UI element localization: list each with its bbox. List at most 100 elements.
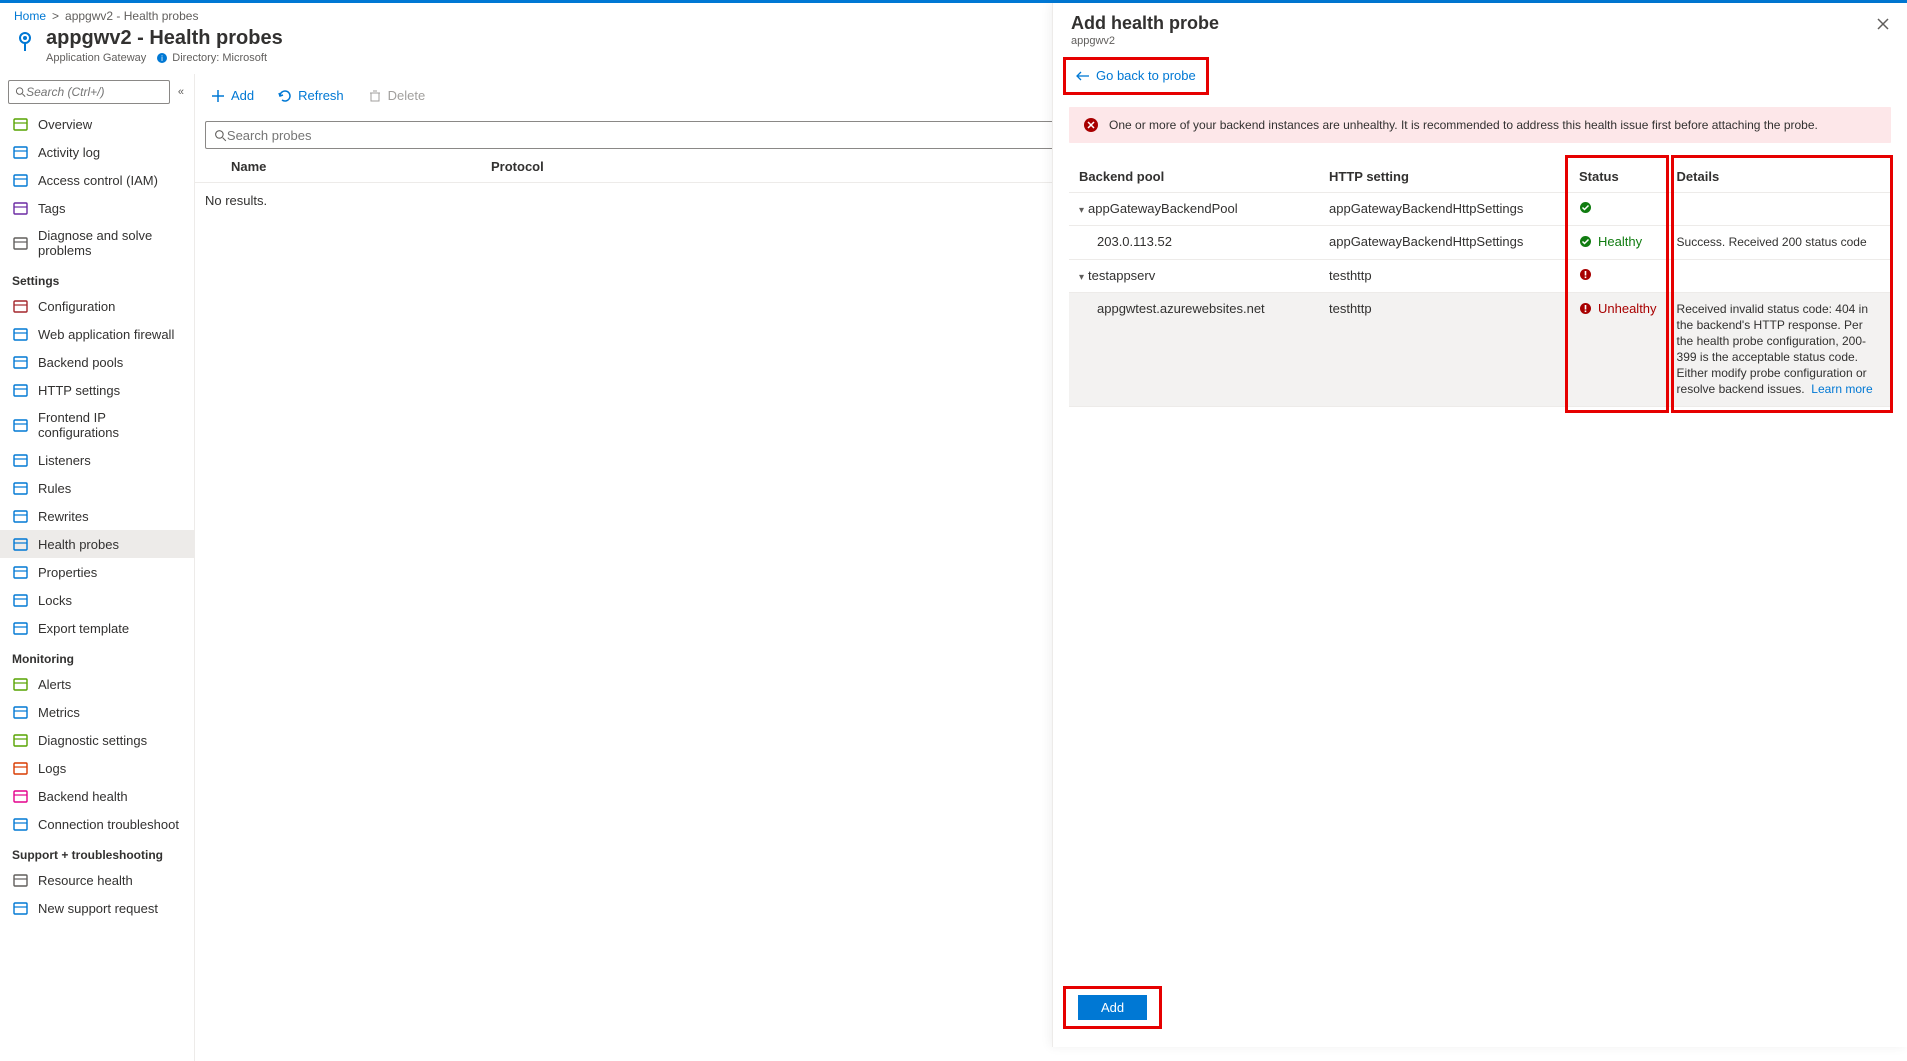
sidebar-item-overview[interactable]: Overview xyxy=(0,110,194,138)
chevron-down-icon: ▾ xyxy=(1079,205,1084,216)
cell-pool: ▾testappserv xyxy=(1069,259,1319,292)
cell-http: testhttp xyxy=(1319,259,1569,292)
sidebar-item-label: Locks xyxy=(38,593,72,608)
sidebar-search-input[interactable] xyxy=(26,85,163,99)
sidebar-item-label: Resource health xyxy=(38,873,133,888)
cell-status xyxy=(1569,259,1667,292)
collapse-sidebar-icon[interactable]: « xyxy=(176,86,186,98)
http-icon xyxy=(12,382,28,398)
listeners-icon xyxy=(12,452,28,468)
trash-icon xyxy=(368,89,382,103)
cell-pool: 203.0.113.52 xyxy=(1069,225,1319,259)
cell-pool: appgwtest.azurewebsites.net xyxy=(1069,292,1319,406)
sidebar-item-tags[interactable]: Tags xyxy=(0,194,194,222)
resource-type: Application Gateway xyxy=(46,52,146,64)
close-blade-button[interactable] xyxy=(1873,13,1893,37)
sidebar-item-backend-pools[interactable]: Backend pools xyxy=(0,348,194,376)
sidebar-item-alerts[interactable]: Alerts xyxy=(0,670,194,698)
rules-icon xyxy=(12,480,28,496)
refresh-icon xyxy=(278,89,292,103)
sidebar-item-logs[interactable]: Logs xyxy=(0,754,194,782)
sidebar-item-web-application-firewall[interactable]: Web application firewall xyxy=(0,320,194,348)
chevron-down-icon: ▾ xyxy=(1079,272,1084,283)
sidebar-item-locks[interactable]: Locks xyxy=(0,586,194,614)
health-icon xyxy=(12,788,28,804)
cell-http: appGatewayBackendHttpSettings xyxy=(1319,192,1569,225)
svg-text:i: i xyxy=(161,54,163,63)
sidebar-search[interactable] xyxy=(8,80,170,104)
sidebar-item-access-control-iam-[interactable]: Access control (IAM) xyxy=(0,166,194,194)
table-row[interactable]: ▾appGatewayBackendPoolappGatewayBackendH… xyxy=(1069,192,1891,225)
directory-label: Directory: Microsoft xyxy=(172,52,267,64)
sidebar-item-export-template[interactable]: Export template xyxy=(0,614,194,642)
page-title: appgwv2 - Health probes xyxy=(46,27,283,50)
sidebar-item-resource-health[interactable]: Resource health xyxy=(0,866,194,894)
go-back-link[interactable]: Go back to probe xyxy=(1076,68,1196,83)
backend-icon xyxy=(12,354,28,370)
sidebar-item-label: Metrics xyxy=(38,705,80,720)
sidebar-item-label: Configuration xyxy=(38,299,115,314)
arrow-left-icon xyxy=(1076,71,1090,81)
activity-icon xyxy=(12,144,28,160)
add-button[interactable]: Add xyxy=(205,84,260,107)
health-results-table: Backend pool HTTP setting Status Details… xyxy=(1069,161,1891,407)
search-icon xyxy=(214,129,227,142)
sidebar-item-label: Web application firewall xyxy=(38,327,174,342)
refresh-button[interactable]: Refresh xyxy=(272,84,350,107)
sidebar-item-label: Backend pools xyxy=(38,355,123,370)
cell-status xyxy=(1569,192,1667,225)
sidebar-group-support-troubleshooting: Support + troubleshooting xyxy=(0,838,194,866)
table-row[interactable]: appgwtest.azurewebsites.nettesthttpUnhea… xyxy=(1069,292,1891,406)
breadcrumb-separator: > xyxy=(52,9,59,23)
sidebar: « Overview Activity log Access control (IA… xyxy=(0,74,195,1061)
sidebar-item-label: Frontend IP configurations xyxy=(38,410,182,440)
table-row[interactable]: 203.0.113.52appGatewayBackendHttpSetting… xyxy=(1069,225,1891,259)
breadcrumb-home[interactable]: Home xyxy=(14,9,46,23)
sidebar-item-backend-health[interactable]: Backend health xyxy=(0,782,194,810)
cell-details xyxy=(1667,259,1891,292)
props-icon xyxy=(12,564,28,580)
config-icon xyxy=(12,298,28,314)
error-icon xyxy=(1083,117,1099,133)
sidebar-item-diagnose-and-solve-problems[interactable]: Diagnose and solve problems xyxy=(0,222,194,264)
blade-title: Add health probe xyxy=(1071,13,1889,34)
cell-http: testhttp xyxy=(1319,292,1569,406)
sidebar-item-configuration[interactable]: Configuration xyxy=(0,292,194,320)
sidebar-item-listeners[interactable]: Listeners xyxy=(0,446,194,474)
search-icon xyxy=(15,86,26,98)
sidebar-item-http-settings[interactable]: HTTP settings xyxy=(0,376,194,404)
sidebar-item-diagnostic-settings[interactable]: Diagnostic settings xyxy=(0,726,194,754)
probes-icon xyxy=(12,536,28,552)
sidebar-item-frontend-ip-configurations[interactable]: Frontend IP configurations xyxy=(0,404,194,446)
sidebar-item-label: Connection troubleshoot xyxy=(38,817,179,832)
sidebar-item-properties[interactable]: Properties xyxy=(0,558,194,586)
sidebar-item-label: Logs xyxy=(38,761,66,776)
add-probe-button[interactable]: Add xyxy=(1078,995,1147,1020)
info-icon: i xyxy=(156,52,168,64)
sidebar-item-rewrites[interactable]: Rewrites xyxy=(0,502,194,530)
cell-status: Unhealthy xyxy=(1569,292,1667,406)
overview-icon xyxy=(12,116,28,132)
waf-icon xyxy=(12,326,28,342)
sidebar-item-activity-log[interactable]: Activity log xyxy=(0,138,194,166)
support-icon xyxy=(12,900,28,916)
sidebar-item-health-probes[interactable]: Health probes xyxy=(0,530,194,558)
sidebar-item-label: Export template xyxy=(38,621,129,636)
learn-more-link[interactable]: Learn more xyxy=(1811,382,1872,396)
column-details: Details xyxy=(1667,161,1891,193)
sidebar-item-connection-troubleshoot[interactable]: Connection troubleshoot xyxy=(0,810,194,838)
sidebar-group-monitoring: Monitoring xyxy=(0,642,194,670)
rewrites-icon xyxy=(12,508,28,524)
sidebar-item-rules[interactable]: Rules xyxy=(0,474,194,502)
sidebar-item-label: HTTP settings xyxy=(38,383,120,398)
sidebar-item-new-support-request[interactable]: New support request xyxy=(0,894,194,922)
sidebar-item-label: Backend health xyxy=(38,789,128,804)
table-row[interactable]: ▾testappservtesthttp xyxy=(1069,259,1891,292)
sidebar-item-label: Tags xyxy=(38,201,65,216)
diagnose-icon xyxy=(12,235,28,251)
iam-icon xyxy=(12,172,28,188)
cell-details: Success. Received 200 status code xyxy=(1667,225,1891,259)
sidebar-item-metrics[interactable]: Metrics xyxy=(0,698,194,726)
sidebar-item-label: Diagnose and solve problems xyxy=(38,228,182,258)
sidebar-item-label: Activity log xyxy=(38,145,100,160)
